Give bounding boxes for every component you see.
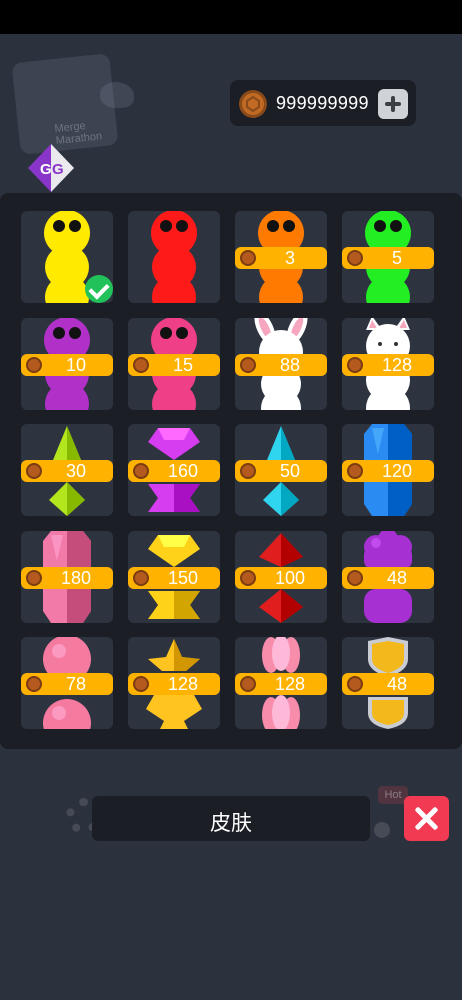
- skin-cell-pink-ball[interactable]: 78: [21, 637, 113, 729]
- close-button[interactable]: [404, 796, 449, 841]
- price-badge: 3: [235, 247, 327, 269]
- coin-icon: [26, 463, 42, 479]
- price-value: 30: [65, 461, 87, 481]
- coin-icon: [26, 570, 42, 586]
- coin-icon: [239, 90, 267, 118]
- skin-cell-magenta-gem[interactable]: 160: [128, 424, 220, 516]
- coin-icon: [240, 250, 256, 266]
- price-value: 100: [274, 568, 306, 588]
- coin-icon: [347, 357, 363, 373]
- skin-cell-gold-shield[interactable]: 48: [342, 637, 434, 729]
- price-value: 128: [167, 674, 199, 694]
- price-badge: 128: [128, 673, 220, 695]
- price-value: 5: [391, 248, 402, 268]
- price-badge: 48: [342, 673, 434, 695]
- coin-icon: [26, 676, 42, 692]
- skin-cell-pink-jelly[interactable]: 128: [235, 637, 327, 729]
- skin-cell-purple-blob[interactable]: 48: [342, 531, 434, 623]
- page-title: 皮肤: [210, 812, 252, 835]
- price-badge: 50: [235, 460, 327, 482]
- price-value: 48: [386, 568, 408, 588]
- skin-cell-cat[interactable]: 128: [342, 318, 434, 410]
- background-dot: [374, 822, 390, 838]
- price-value: 10: [65, 355, 87, 375]
- coin-icon: [133, 676, 149, 692]
- price-value: 50: [279, 461, 301, 481]
- price-badge: 150: [128, 567, 220, 589]
- skin-cell-yellow-snake[interactable]: [21, 211, 113, 303]
- coin-icon: [240, 463, 256, 479]
- skin-cell-purple-snake[interactable]: 10: [21, 318, 113, 410]
- coin-icon: [240, 570, 256, 586]
- price-badge: 128: [342, 354, 434, 376]
- price-badge: 30: [21, 460, 113, 482]
- coin-balance: 999999999: [230, 80, 416, 126]
- skin-cell-red-diamond[interactable]: 100: [235, 531, 327, 623]
- price-badge: 120: [342, 460, 434, 482]
- background-logo: Merge Marathon: [11, 53, 119, 155]
- coin-icon: [133, 463, 149, 479]
- price-value: 120: [381, 461, 413, 481]
- coin-icon: [133, 357, 149, 373]
- gg-badge-icon[interactable]: G G: [26, 142, 76, 194]
- skin-cell-pink-crystal[interactable]: 180: [21, 531, 113, 623]
- skin-cell-yellow-gem[interactable]: 150: [128, 531, 220, 623]
- price-value: 180: [60, 568, 92, 588]
- price-badge: 180: [21, 567, 113, 589]
- price-value: 15: [172, 355, 194, 375]
- svg-text:G: G: [40, 161, 52, 178]
- coin-icon: [347, 570, 363, 586]
- price-badge: 160: [128, 460, 220, 482]
- price-badge: 15: [128, 354, 220, 376]
- price-badge: 10: [21, 354, 113, 376]
- skin-cell-blue-crystal[interactable]: 120: [342, 424, 434, 516]
- price-value: 150: [167, 568, 199, 588]
- price-value: 3: [284, 248, 295, 268]
- price-value: 78: [65, 674, 87, 694]
- skins-panel[interactable]: 3 5 10 15 88 128 30 160 50 120 180 150 100 48 78 128 128…: [0, 193, 462, 749]
- price-value: 48: [386, 674, 408, 694]
- coin-icon: [133, 570, 149, 586]
- coin-icon: [240, 357, 256, 373]
- background-twitter-icon: [100, 82, 134, 108]
- skin-cell-lime-spike-gem[interactable]: 30: [21, 424, 113, 516]
- add-coins-button[interactable]: [378, 89, 408, 119]
- skin-cell-bunny[interactable]: 88: [235, 318, 327, 410]
- skin-cell-cyan-spike-gem[interactable]: 50: [235, 424, 327, 516]
- red-snake-skin-icon: [151, 211, 197, 303]
- skin-cell-pink-snake[interactable]: 15: [128, 318, 220, 410]
- price-value: 128: [381, 355, 413, 375]
- price-badge: 128: [235, 673, 327, 695]
- skin-cell-green-snake[interactable]: 5: [342, 211, 434, 303]
- coin-icon: [240, 676, 256, 692]
- selected-check-icon: [85, 275, 113, 303]
- skin-cell-red-snake[interactable]: [128, 211, 220, 303]
- skin-cell-orange-snake[interactable]: 3: [235, 211, 327, 303]
- coin-icon: [26, 357, 42, 373]
- price-badge: 78: [21, 673, 113, 695]
- price-badge: 5: [342, 247, 434, 269]
- coin-icon: [347, 463, 363, 479]
- price-badge: 88: [235, 354, 327, 376]
- price-value: 88: [279, 355, 301, 375]
- svg-text:G: G: [52, 161, 64, 178]
- skin-cell-gold-star[interactable]: 128: [128, 637, 220, 729]
- title-bar: 皮肤: [92, 796, 370, 841]
- coin-count: 999999999: [276, 93, 369, 113]
- price-badge: 48: [342, 567, 434, 589]
- price-badge: 100: [235, 567, 327, 589]
- price-value: 160: [167, 461, 199, 481]
- coin-icon: [347, 676, 363, 692]
- status-bar: [0, 0, 462, 34]
- coin-icon: [347, 250, 363, 266]
- price-value: 128: [274, 674, 306, 694]
